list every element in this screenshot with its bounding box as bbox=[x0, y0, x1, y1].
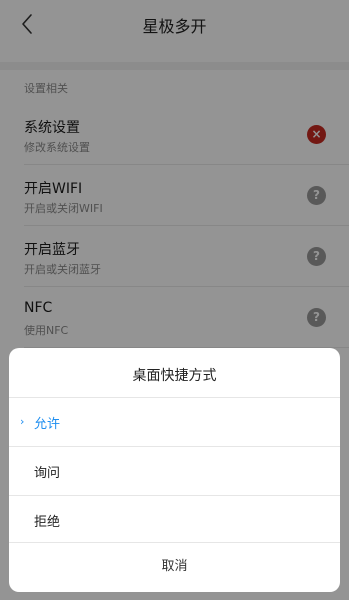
check-icon: › bbox=[20, 415, 25, 428]
cancel-label: 取消 bbox=[161, 559, 188, 574]
option-ask[interactable]: 询问 bbox=[9, 447, 340, 495]
option-deny[interactable]: 拒绝 bbox=[9, 496, 340, 544]
dialog-title: 桌面快捷方式 bbox=[132, 368, 217, 384]
option-label: 询问 bbox=[34, 466, 61, 481]
app-screen: 星极多开 设置相关 系统设置 修改系统设置 × 开启WIFI 开启或关闭WIFI… bbox=[0, 0, 349, 600]
option-label: 允许 bbox=[34, 417, 61, 432]
option-allow[interactable]: › 允许 bbox=[9, 398, 340, 446]
shortcut-permission-dialog: 桌面快捷方式 › 允许 询问 拒绝 取消 bbox=[9, 348, 340, 592]
option-label: 拒绝 bbox=[34, 515, 61, 530]
cancel-button[interactable]: 取消 bbox=[9, 542, 340, 592]
